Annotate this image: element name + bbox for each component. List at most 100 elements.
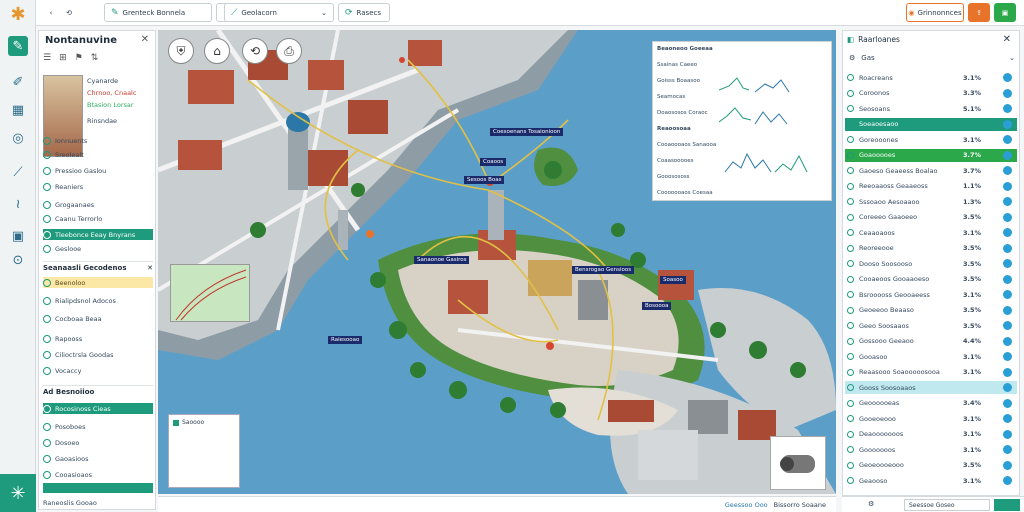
tab-project[interactable]: ✎ Grenteck Bonnela	[104, 3, 212, 22]
list-item[interactable]: Grogaanaes	[43, 199, 153, 210]
info-icon[interactable]	[1003, 73, 1012, 82]
map-label[interactable]: Bosoooa	[642, 302, 672, 310]
list-item[interactable]: Posoboes	[43, 421, 153, 432]
list-item[interactable]: Sssoaoo Aesoaaoo 1.3%	[845, 195, 1017, 208]
list-item[interactable]: Gossooo Geeaoo 4.4%	[845, 335, 1017, 348]
info-icon[interactable]	[1003, 398, 1012, 408]
info-icon[interactable]: ◎	[8, 128, 28, 148]
list-item[interactable]: Pressioo Gaslou	[43, 165, 153, 176]
section-header[interactable]: Seanaasli Gecodenos ✕	[43, 261, 153, 273]
info-icon[interactable]	[1003, 181, 1012, 191]
confirm-button[interactable]	[994, 499, 1020, 511]
list-item[interactable]: Gooss Soosoaaos	[845, 381, 1017, 394]
share-button[interactable]: ◉ Grinnonnces	[906, 3, 964, 22]
info-icon[interactable]	[1003, 460, 1012, 470]
info-icon[interactable]	[1003, 104, 1012, 113]
info-icon[interactable]	[1003, 445, 1012, 454]
reset-button[interactable]: ⟳ Rasecs	[338, 3, 390, 22]
list-item-selected[interactable]: Rocosinoss Cieas	[43, 403, 153, 414]
info-icon[interactable]	[1003, 197, 1012, 206]
list-item[interactable]: Cocboaa Beaa	[43, 313, 153, 324]
list-item[interactable]: Gooasoo 3.1%	[845, 350, 1017, 363]
map-label[interactable]: Bensrogao Gensioos	[572, 266, 635, 274]
list-item[interactable]: Vocaccy	[43, 365, 153, 376]
section-header[interactable]: Ad Besnoiioo	[43, 385, 153, 397]
list-item[interactable]: Cilioctrsla Goodas	[43, 349, 153, 360]
map-label[interactable]: Coesoenans Tosaionioon	[490, 128, 564, 136]
grid-icon[interactable]: ▦	[8, 100, 28, 120]
list-item[interactable]: Goaooooes 3.7%	[845, 148, 1017, 162]
layers-icon[interactable]: ☰	[43, 53, 51, 63]
info-icon[interactable]	[1003, 119, 1012, 129]
pencil-icon[interactable]: ✐	[8, 72, 28, 92]
info-icon[interactable]	[1003, 290, 1012, 299]
info-icon[interactable]	[1003, 135, 1012, 144]
filter-icon[interactable]: ⊞	[59, 53, 67, 63]
info-icon[interactable]	[1003, 243, 1012, 253]
close-icon[interactable]: ✕	[141, 34, 149, 45]
list-item[interactable]: Rapooss	[43, 333, 153, 344]
list-item-selected[interactable]: Beenoloo	[43, 277, 153, 288]
map-label[interactable]: Raiesooao	[328, 336, 363, 344]
action-icon[interactable]: ⚙	[868, 500, 874, 508]
list-item[interactable]: Coroonos 3.3%	[845, 87, 1017, 100]
print-icon[interactable]: ⎙	[276, 38, 302, 64]
book-icon[interactable]: ▣	[8, 226, 28, 246]
list-item[interactable]: Gaoasioos	[43, 453, 153, 464]
info-icon[interactable]	[1003, 383, 1012, 392]
brush-icon[interactable]: ⟋	[8, 162, 28, 182]
list-item[interactable]: Geoeoooeooo 3.5%	[845, 459, 1017, 472]
status-text[interactable]: Geessoo Ooo	[725, 501, 768, 509]
list-item[interactable]: Geoooooeas 3.4%	[845, 397, 1017, 410]
info-icon[interactable]	[1003, 166, 1012, 175]
footer-button[interactable]: Seessoe Goseo	[904, 499, 990, 511]
route-icon[interactable]: ≀	[8, 194, 28, 214]
list-item[interactable]: Coreeeo Gaaoeeo 3.5%	[845, 211, 1017, 224]
list-item[interactable]: Cooaeoos Gooaaoeso 3.5%	[845, 273, 1017, 286]
info-icon[interactable]	[1003, 259, 1012, 268]
map-canvas[interactable]: ⛨ ⌂ ⟲ ⎙ Coesoenans Tosaionioon Coaoos Se…	[158, 30, 836, 494]
list-item[interactable]: Geeo Soosaaos 3.5%	[845, 319, 1017, 332]
list-item[interactable]: Rialipdsnol Adocos	[43, 295, 153, 306]
map-label[interactable]: Coaoos	[480, 158, 507, 166]
info-icon[interactable]	[1003, 321, 1012, 330]
shield-icon[interactable]: ⛨	[168, 38, 194, 64]
list-item[interactable]: Roacreans 3.1%	[845, 71, 1017, 84]
info-icon[interactable]	[1003, 414, 1012, 423]
filter-select[interactable]: ⚙ Gas ⌄	[849, 51, 1015, 65]
list-item[interactable]: Reaasooo Soaooooosooa 3.1%	[845, 366, 1017, 379]
info-icon[interactable]	[1003, 429, 1012, 439]
flag-icon[interactable]: ⚑	[75, 53, 83, 63]
clock-icon[interactable]: ⊙	[8, 250, 28, 270]
back-icon[interactable]: ‹	[42, 3, 60, 22]
close-icon[interactable]: ✕	[1003, 34, 1011, 45]
list-item[interactable]: Caanu Terrorlo	[43, 213, 153, 224]
info-icon[interactable]	[1003, 305, 1012, 315]
list-item[interactable]: Reoreeooe 3.5%	[845, 242, 1017, 255]
minimap[interactable]	[170, 264, 250, 322]
map-label[interactable]: Soasoo	[660, 276, 686, 284]
list-item[interactable]: Bsrooooss Geooaeess 3.1%	[845, 288, 1017, 301]
info-icon[interactable]	[1003, 476, 1012, 485]
info-icon[interactable]	[1003, 367, 1012, 377]
sort-icon[interactable]: ⇅	[91, 53, 99, 63]
list-item[interactable]: Sreolealt	[43, 149, 153, 160]
list-item[interactable]: Seosoans 5.1%	[845, 102, 1017, 115]
tools-icon[interactable]: ✎	[8, 36, 28, 56]
list-item[interactable]: Gooeoeooo 3.1%	[845, 412, 1017, 425]
map-label[interactable]: Sanaonoe Gasiros	[414, 256, 470, 264]
list-item[interactable]: Geaooso 3.1%	[845, 474, 1017, 487]
list-item[interactable]: Deaooooooos 3.1%	[845, 428, 1017, 441]
info-icon[interactable]	[1003, 88, 1012, 98]
info-icon[interactable]	[1003, 352, 1012, 361]
list-item-selected[interactable]: Tleebonce Eeay Bnyrans	[43, 229, 153, 240]
info-icon[interactable]	[1003, 228, 1012, 237]
list-item[interactable]: Ionnuents	[43, 135, 153, 146]
list-item[interactable]: Goreooones 3.1%	[845, 133, 1017, 146]
home-icon[interactable]: ⌂	[204, 38, 230, 64]
close-icon[interactable]: ✕	[147, 264, 153, 272]
list-item[interactable]: Ceaaoaoos 3.1%	[845, 226, 1017, 239]
save-button[interactable]: ▣	[994, 3, 1016, 22]
lasso-icon[interactable]: ⟲	[242, 38, 268, 64]
panel-footer-bar[interactable]	[43, 483, 153, 493]
